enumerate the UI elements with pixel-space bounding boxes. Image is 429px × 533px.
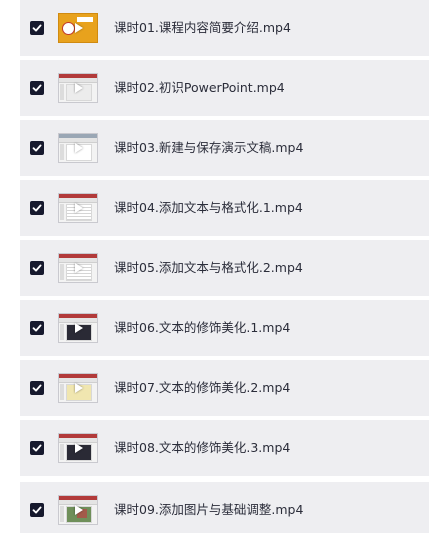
- checkmark-icon: [32, 444, 42, 452]
- checkmark-icon: [32, 506, 42, 514]
- file-name: 课时06.文本的修饰美化.1.mp4: [114, 320, 291, 335]
- play-icon: [75, 505, 83, 515]
- file-item[interactable]: 课时09.添加图片与基础调整.mp4: [20, 482, 429, 533]
- checkmark-icon: [32, 384, 42, 392]
- play-icon: [75, 83, 83, 93]
- video-thumbnail[interactable]: [58, 313, 98, 343]
- video-thumbnail[interactable]: [58, 133, 98, 163]
- checkmark-icon: [32, 324, 42, 332]
- file-item[interactable]: 课时02.初识PowerPoint.mp4: [20, 60, 429, 116]
- file-checkbox[interactable]: [30, 321, 44, 335]
- file-checkbox[interactable]: [30, 441, 44, 455]
- file-name: 课时07.文本的修饰美化.2.mp4: [114, 380, 291, 395]
- checkmark-icon: [32, 24, 42, 32]
- file-name: 课时04.添加文本与格式化.1.mp4: [114, 200, 303, 215]
- file-name: 课时08.文本的修饰美化.3.mp4: [114, 440, 291, 455]
- play-icon: [75, 383, 83, 393]
- play-icon: [75, 443, 83, 453]
- play-icon: [75, 143, 83, 153]
- file-item[interactable]: 课时03.新建与保存演示文稿.mp4: [20, 120, 429, 176]
- video-thumbnail[interactable]: [58, 253, 98, 283]
- video-thumbnail[interactable]: [58, 373, 98, 403]
- file-checkbox[interactable]: [30, 503, 44, 517]
- checkmark-icon: [32, 144, 42, 152]
- file-checkbox[interactable]: [30, 381, 44, 395]
- file-item[interactable]: 课时08.文本的修饰美化.3.mp4: [20, 420, 429, 476]
- video-thumbnail[interactable]: [58, 193, 98, 223]
- file-item[interactable]: 课时06.文本的修饰美化.1.mp4: [20, 300, 429, 356]
- file-checkbox[interactable]: [30, 261, 44, 275]
- play-icon: [75, 203, 83, 213]
- play-icon: [75, 263, 83, 273]
- video-thumbnail[interactable]: [58, 73, 98, 103]
- file-list: 课时01.课程内容简要介绍.mp4 课时02.初识PowerPoint.mp4 课时…: [0, 0, 429, 533]
- video-thumbnail[interactable]: [58, 433, 98, 463]
- checkmark-icon: [32, 264, 42, 272]
- file-item[interactable]: 课时04.添加文本与格式化.1.mp4: [20, 180, 429, 236]
- file-name: 课时01.课程内容简要介绍.mp4: [114, 20, 291, 35]
- file-checkbox[interactable]: [30, 201, 44, 215]
- video-thumbnail[interactable]: [58, 13, 98, 43]
- file-item[interactable]: 课时05.添加文本与格式化.2.mp4: [20, 240, 429, 296]
- file-name: 课时03.新建与保存演示文稿.mp4: [114, 140, 304, 155]
- file-name: 课时02.初识PowerPoint.mp4: [114, 80, 285, 95]
- file-checkbox[interactable]: [30, 21, 44, 35]
- file-name: 课时09.添加图片与基础调整.mp4: [114, 502, 304, 517]
- file-name: 课时05.添加文本与格式化.2.mp4: [114, 260, 303, 275]
- play-icon: [75, 23, 83, 33]
- checkmark-icon: [32, 204, 42, 212]
- file-checkbox[interactable]: [30, 141, 44, 155]
- file-checkbox[interactable]: [30, 81, 44, 95]
- play-icon: [75, 323, 83, 333]
- video-thumbnail[interactable]: [58, 495, 98, 525]
- checkmark-icon: [32, 84, 42, 92]
- file-item[interactable]: 课时01.课程内容简要介绍.mp4: [20, 0, 429, 56]
- file-item[interactable]: 课时07.文本的修饰美化.2.mp4: [20, 360, 429, 416]
